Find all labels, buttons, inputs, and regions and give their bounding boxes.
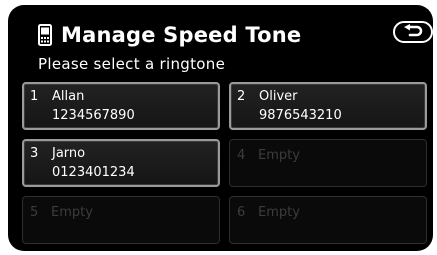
slot-phone: 1234567890 — [52, 108, 135, 123]
slot-name: Empty — [258, 205, 300, 220]
slot-name: Oliver — [259, 89, 298, 104]
slot-number: 4 — [237, 148, 246, 163]
slot-name: Jarno — [52, 146, 86, 161]
slot-number: 2 — [237, 89, 246, 104]
return-arrow-icon — [401, 23, 425, 42]
page-subtitle: Please select a ringtone — [38, 55, 226, 73]
slot-phone: 0123401234 — [52, 165, 135, 180]
slot-name: Empty — [258, 148, 300, 163]
phone-icon — [38, 24, 52, 46]
header: Manage Speed Tone — [38, 22, 301, 48]
speed-tone-slot-6: 6 Empty — [229, 196, 427, 244]
slot-name: Allan — [52, 89, 85, 104]
speed-tone-slot-3[interactable]: 3 Jarno 0123401234 — [22, 139, 220, 187]
screen: Manage Speed Tone Please select a ringto… — [8, 5, 433, 251]
speed-tone-slot-1[interactable]: 1 Allan 1234567890 — [22, 82, 220, 130]
speed-tone-slot-5: 5 Empty — [22, 196, 220, 244]
speed-tone-slot-4: 4 Empty — [229, 139, 427, 187]
slot-number: 1 — [30, 89, 39, 104]
slot-number: 5 — [30, 205, 39, 220]
slot-phone: 9876543210 — [259, 108, 342, 123]
page-title: Manage Speed Tone — [61, 23, 302, 47]
slot-number: 6 — [237, 205, 246, 220]
speed-tone-slot-2[interactable]: 2 Oliver 9876543210 — [229, 82, 427, 130]
slot-number: 3 — [30, 146, 39, 161]
back-button[interactable] — [393, 21, 433, 43]
slot-name: Empty — [51, 205, 93, 220]
